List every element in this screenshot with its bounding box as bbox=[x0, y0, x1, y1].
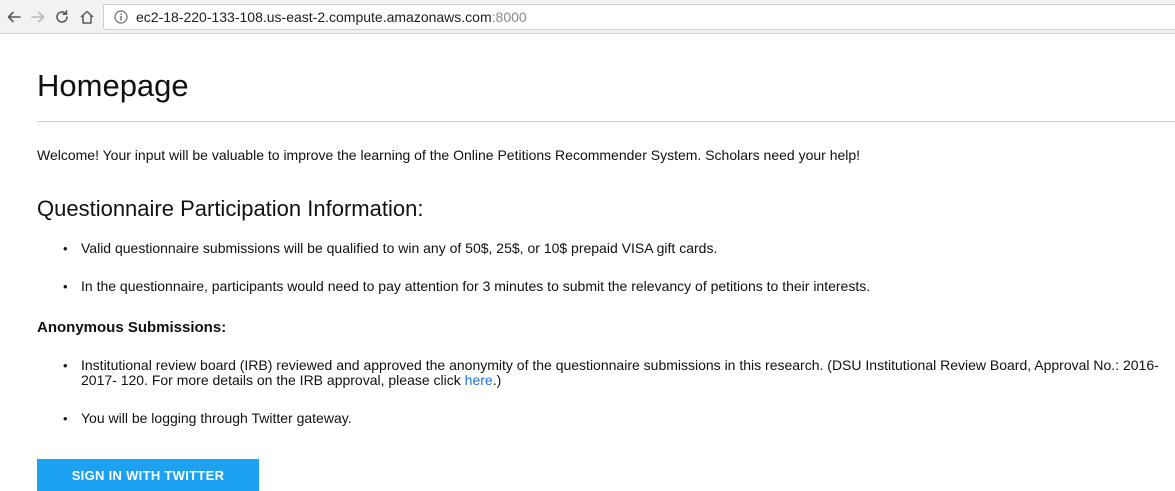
browser-toolbar: ec2-18-220-133-108.us-east-2.compute.ama… bbox=[0, 0, 1175, 34]
url-port: :8000 bbox=[491, 9, 527, 25]
participation-heading: Questionnaire Participation Information: bbox=[37, 196, 424, 221]
address-bar[interactable]: ec2-18-220-133-108.us-east-2.compute.ama… bbox=[103, 4, 1175, 30]
participation-list: Valid questionnaire submissions will be … bbox=[0, 241, 1175, 295]
reload-icon[interactable] bbox=[52, 7, 72, 27]
url-host: ec2-18-220-133-108.us-east-2.compute.ama… bbox=[136, 9, 492, 25]
irb-text: Institutional review board (IRB) reviewe… bbox=[81, 357, 1159, 388]
irb-text-end: .) bbox=[492, 372, 502, 388]
irb-here-link[interactable]: here bbox=[465, 372, 493, 388]
title-divider bbox=[37, 121, 1175, 122]
anonymous-heading: Anonymous Submissions: bbox=[37, 319, 227, 336]
sign-in-with-twitter-button[interactable]: SIGN IN WITH TWITTER bbox=[37, 459, 259, 491]
home-icon[interactable] bbox=[77, 7, 97, 27]
anonymous-list: Institutional review board (IRB) reviewe… bbox=[0, 358, 1175, 427]
welcome-message: Welcome! Your input will be valuable to … bbox=[37, 147, 861, 163]
list-item: In the questionnaire, participants would… bbox=[0, 279, 1175, 295]
url-text: ec2-18-220-133-108.us-east-2.compute.ama… bbox=[136, 9, 527, 26]
page-title: Homepage bbox=[37, 68, 189, 103]
forward-arrow-icon[interactable] bbox=[28, 7, 48, 27]
list-item-irb: Institutional review board (IRB) reviewe… bbox=[0, 358, 1170, 388]
list-item-gateway: You will be logging through Twitter gate… bbox=[0, 411, 1170, 427]
back-arrow-icon[interactable] bbox=[4, 7, 24, 27]
list-item: Valid questionnaire submissions will be … bbox=[0, 241, 1175, 257]
info-icon[interactable] bbox=[114, 10, 128, 24]
